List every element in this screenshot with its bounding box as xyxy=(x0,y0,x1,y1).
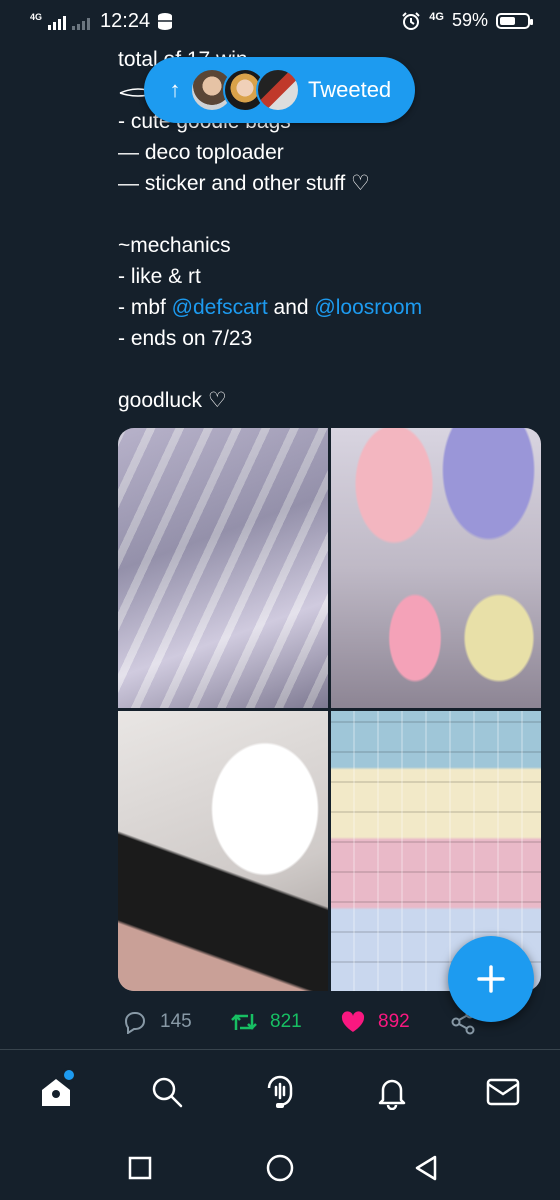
like-count: 892 xyxy=(378,1011,410,1032)
tab-notifications[interactable] xyxy=(370,1070,414,1114)
tweeted-label: Tweeted xyxy=(308,77,392,102)
spaces-icon xyxy=(267,1075,293,1108)
signal-secondary-icon xyxy=(72,14,91,30)
tab-search[interactable] xyxy=(145,1070,189,1114)
tweet-line: — deco toploader xyxy=(118,141,284,164)
avatar xyxy=(256,68,300,112)
avatar-stack xyxy=(190,68,300,112)
like-button[interactable]: 892 xyxy=(340,1004,410,1040)
home-circle-icon xyxy=(266,1154,294,1182)
reply-icon xyxy=(124,1012,146,1034)
battery-icon xyxy=(496,12,533,29)
data-saver-icon xyxy=(158,12,173,30)
system-home-button[interactable] xyxy=(266,1154,294,1182)
network-type-left: 4G xyxy=(30,12,43,22)
retweet-button[interactable]: 821 xyxy=(230,1004,302,1040)
notifications-icon xyxy=(378,1079,406,1110)
notification-dot xyxy=(62,1068,76,1082)
alarm-icon xyxy=(402,11,420,30)
recents-icon xyxy=(128,1156,152,1180)
tweet-line: goodluck ♡ xyxy=(118,389,227,412)
messages-icon xyxy=(486,1078,520,1106)
arrow-up-icon: ↑ xyxy=(169,77,181,102)
compose-tweet-button[interactable] xyxy=(448,936,534,1022)
tab-messages[interactable] xyxy=(481,1070,525,1114)
tweet-line: ~mechanics xyxy=(118,234,231,257)
tweet-line: - like & rt xyxy=(118,265,201,288)
recents-button[interactable] xyxy=(126,1154,154,1182)
battery-percent: 59% xyxy=(451,10,488,30)
mbf-and: and xyxy=(267,296,315,319)
tweeted-pill[interactable]: ↑ Tweeted xyxy=(144,57,415,123)
mbf-prefix: - mbf xyxy=(118,296,172,319)
tweet-line xyxy=(118,354,538,385)
media-photo[interactable] xyxy=(331,428,541,708)
tweet-line-mentions: - mbf @defscart and @loosroom xyxy=(118,292,538,323)
battery-fill xyxy=(500,16,515,25)
signal-icon xyxy=(48,14,67,30)
tweet-line: — sticker and other stuff ♡ xyxy=(118,172,370,195)
retweet-count: 821 xyxy=(270,1011,302,1032)
bottom-navigation xyxy=(0,1050,560,1134)
plus-icon xyxy=(477,965,505,993)
tweet-line xyxy=(118,199,538,230)
back-icon xyxy=(415,1155,437,1181)
search-icon xyxy=(152,1077,183,1108)
mention-link[interactable]: @loosroom xyxy=(314,296,422,319)
heart-icon xyxy=(341,1011,365,1032)
network-type-right: 4G xyxy=(429,11,444,23)
back-button[interactable] xyxy=(412,1154,440,1182)
status-bar: 4G 12:24 4G 59% xyxy=(0,0,560,44)
tab-spaces[interactable] xyxy=(258,1070,302,1114)
system-navigation xyxy=(0,1134,560,1200)
tweet-line: - ends on 7/23 xyxy=(118,327,253,350)
retweet-icon xyxy=(231,1014,257,1030)
mention-link[interactable]: @defscart xyxy=(172,296,268,319)
reply-button[interactable]: 145 xyxy=(122,1004,192,1040)
clock: 12:24 xyxy=(100,10,151,32)
media-grid xyxy=(118,428,541,991)
media-photo[interactable] xyxy=(118,428,328,708)
tab-home[interactable] xyxy=(34,1068,78,1114)
reply-count: 145 xyxy=(160,1011,192,1032)
media-photo[interactable] xyxy=(118,711,328,991)
